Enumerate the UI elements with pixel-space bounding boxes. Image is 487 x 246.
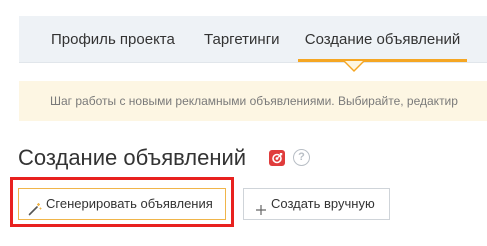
page-title: Создание объявлений [18,145,247,170]
create-manually-label: Создать вручную [271,196,375,211]
tab-targeting[interactable]: Таргетинги [204,16,280,62]
generate-ads-label: Сгенерировать объявления [46,196,213,211]
info-banner: Шаг работы с новыми рекламными объявлени… [19,81,487,121]
tab-bar: Профиль проекта Таргетинги Создание объя… [19,16,487,63]
create-manually-button[interactable]: Создать вручную [243,188,390,220]
generate-ads-button[interactable]: Сгенерировать объявления [18,188,226,220]
active-tab-pointer [344,61,364,72]
tab-project-profile[interactable]: Профиль проекта [51,16,175,62]
magic-wand-icon [28,197,42,227]
plus-icon [255,197,267,227]
red-badge-icon [269,150,285,166]
tab-ad-creation[interactable]: Создание объявлений [298,16,467,62]
question-icon[interactable]: ? [293,149,310,166]
banner-text: Шаг работы с новыми рекламными объявлени… [50,94,458,108]
